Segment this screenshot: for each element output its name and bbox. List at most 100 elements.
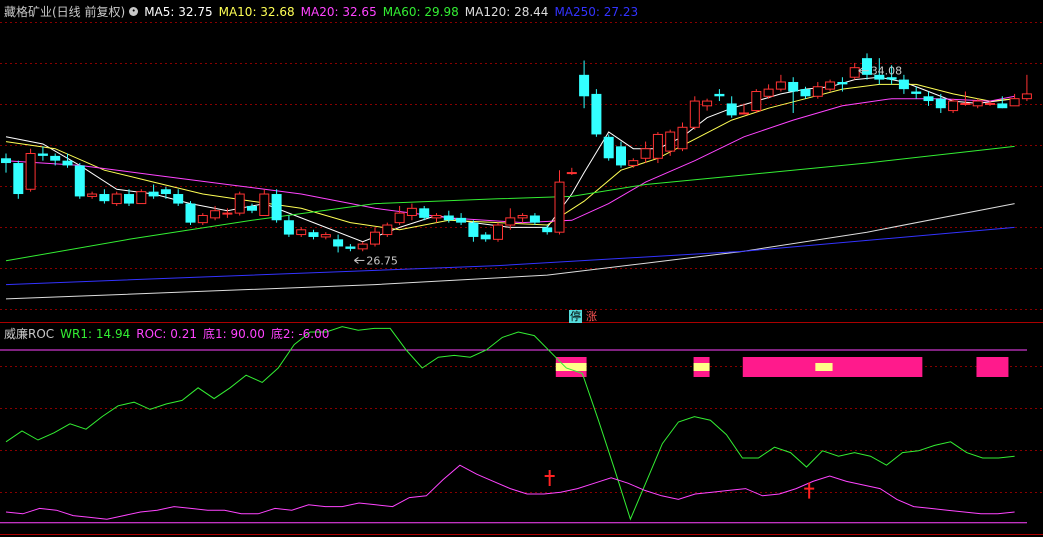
candle-body (320, 234, 331, 238)
candle-body (948, 100, 959, 112)
candle-body (603, 136, 614, 159)
candle-body (185, 203, 196, 223)
candle-body (665, 131, 676, 152)
candle-body (357, 243, 368, 250)
indicator-legend-item: 底2: -6.00 (270, 327, 330, 341)
candle-body (616, 146, 626, 166)
candle-body (566, 172, 577, 175)
candle-body (960, 102, 971, 105)
ma-legend-item: MA250: 27.23 (554, 5, 639, 19)
candle-body (443, 215, 454, 221)
candle-body (210, 210, 221, 219)
candle-body (763, 88, 774, 97)
candle-body (640, 148, 651, 159)
candle-body (554, 181, 565, 233)
candle-body (775, 81, 786, 90)
main-chart-title: 藏格矿业(日线 前复权) (4, 5, 126, 19)
candle-body (160, 189, 171, 195)
ma20-line (5, 95, 1015, 224)
sub-legend: 威廉ROC WR1: 14.94 ROC: 0.21 底1: 90.00 底2: -6.… (4, 326, 341, 342)
candle-body (37, 153, 48, 156)
candle-body (308, 232, 319, 237)
wr1-line (5, 326, 1015, 521)
candle-body (468, 222, 479, 237)
candle-body (370, 231, 380, 245)
candle-body (825, 81, 836, 90)
candle-body (923, 96, 934, 102)
candle-body (529, 215, 540, 223)
candle-body (394, 212, 405, 224)
indicator-legend-item: ROC: 0.21 (136, 327, 197, 341)
signal-highlight (815, 363, 833, 371)
candle-body (788, 81, 799, 92)
candle-body (628, 160, 639, 166)
ma10-line (5, 83, 1015, 231)
candle-body (591, 93, 602, 135)
candle-body (1009, 98, 1020, 107)
ma250-line (5, 226, 1015, 286)
indicator-legend-item: 底1: 90.00 (202, 327, 265, 341)
candle-body (247, 205, 257, 211)
ma60-line (5, 145, 1015, 262)
indicator-legend-item: WR1: 14.94 (60, 327, 131, 341)
candle-body (800, 89, 811, 97)
candle-body (406, 207, 417, 216)
candle-body (726, 103, 737, 116)
candle-body (702, 100, 713, 107)
high-price-label: 34.08 (871, 65, 903, 78)
candle-body (739, 112, 749, 115)
candle-body (689, 100, 700, 128)
candle-body (849, 67, 860, 78)
candle-body (898, 79, 909, 90)
candle-body (87, 193, 98, 197)
candle-body (234, 193, 245, 214)
candle-body (1, 158, 11, 164)
candle-body (935, 98, 946, 109)
candle-body (972, 100, 983, 107)
candle-body (50, 155, 61, 161)
candle-body (62, 160, 73, 166)
low-price-label: 26.75 (366, 254, 398, 267)
chart-canvas: 34.08 26.75 (0, 22, 1043, 535)
ma-legend-item: MA60: 29.98 (382, 5, 459, 19)
candle-body (136, 191, 147, 205)
candle-body (493, 224, 503, 240)
candle-body (677, 126, 688, 150)
candle-body (382, 224, 393, 236)
ma-legend-item: MA10: 32.68 (218, 5, 295, 19)
ma-legend-item: MA120: 28.44 (464, 5, 549, 19)
candle-body (505, 217, 516, 226)
candle-body (283, 220, 294, 235)
candle-body (333, 239, 344, 247)
candle-body (1021, 93, 1032, 100)
candle-body (517, 214, 528, 219)
candle-body (911, 91, 922, 94)
candle-body (197, 214, 208, 224)
candle-body (431, 214, 442, 219)
candle-body (124, 194, 134, 204)
candle-body (74, 165, 85, 197)
candle-body (456, 217, 467, 223)
candle-body (222, 212, 233, 215)
candle-body (985, 102, 995, 105)
sub-chart-title: 威廉ROC (4, 327, 55, 341)
candle-body (111, 193, 122, 205)
candle-body (419, 208, 430, 218)
candle-body (173, 194, 184, 204)
candle-body (751, 91, 762, 112)
candle-body (812, 86, 823, 97)
ma-legend-item: MA5: 32.75 (144, 5, 213, 19)
signal-bar (976, 357, 1009, 377)
main-legend: 藏格矿业(日线 前复权) • MA5: 32.75 MA10: 32.68 MA20: … (4, 4, 650, 20)
candle-body (13, 163, 24, 195)
candle-body (652, 133, 663, 159)
candle-body (714, 93, 725, 97)
ma-legend-item: MA20: 32.65 (300, 5, 377, 19)
candle-body (148, 191, 159, 197)
settings-circle-icon[interactable]: • (129, 7, 139, 16)
signal-highlight (693, 363, 710, 371)
candle-body (296, 229, 307, 236)
candle-body (837, 81, 848, 85)
candle-body (542, 227, 553, 233)
candle-body (259, 193, 270, 216)
